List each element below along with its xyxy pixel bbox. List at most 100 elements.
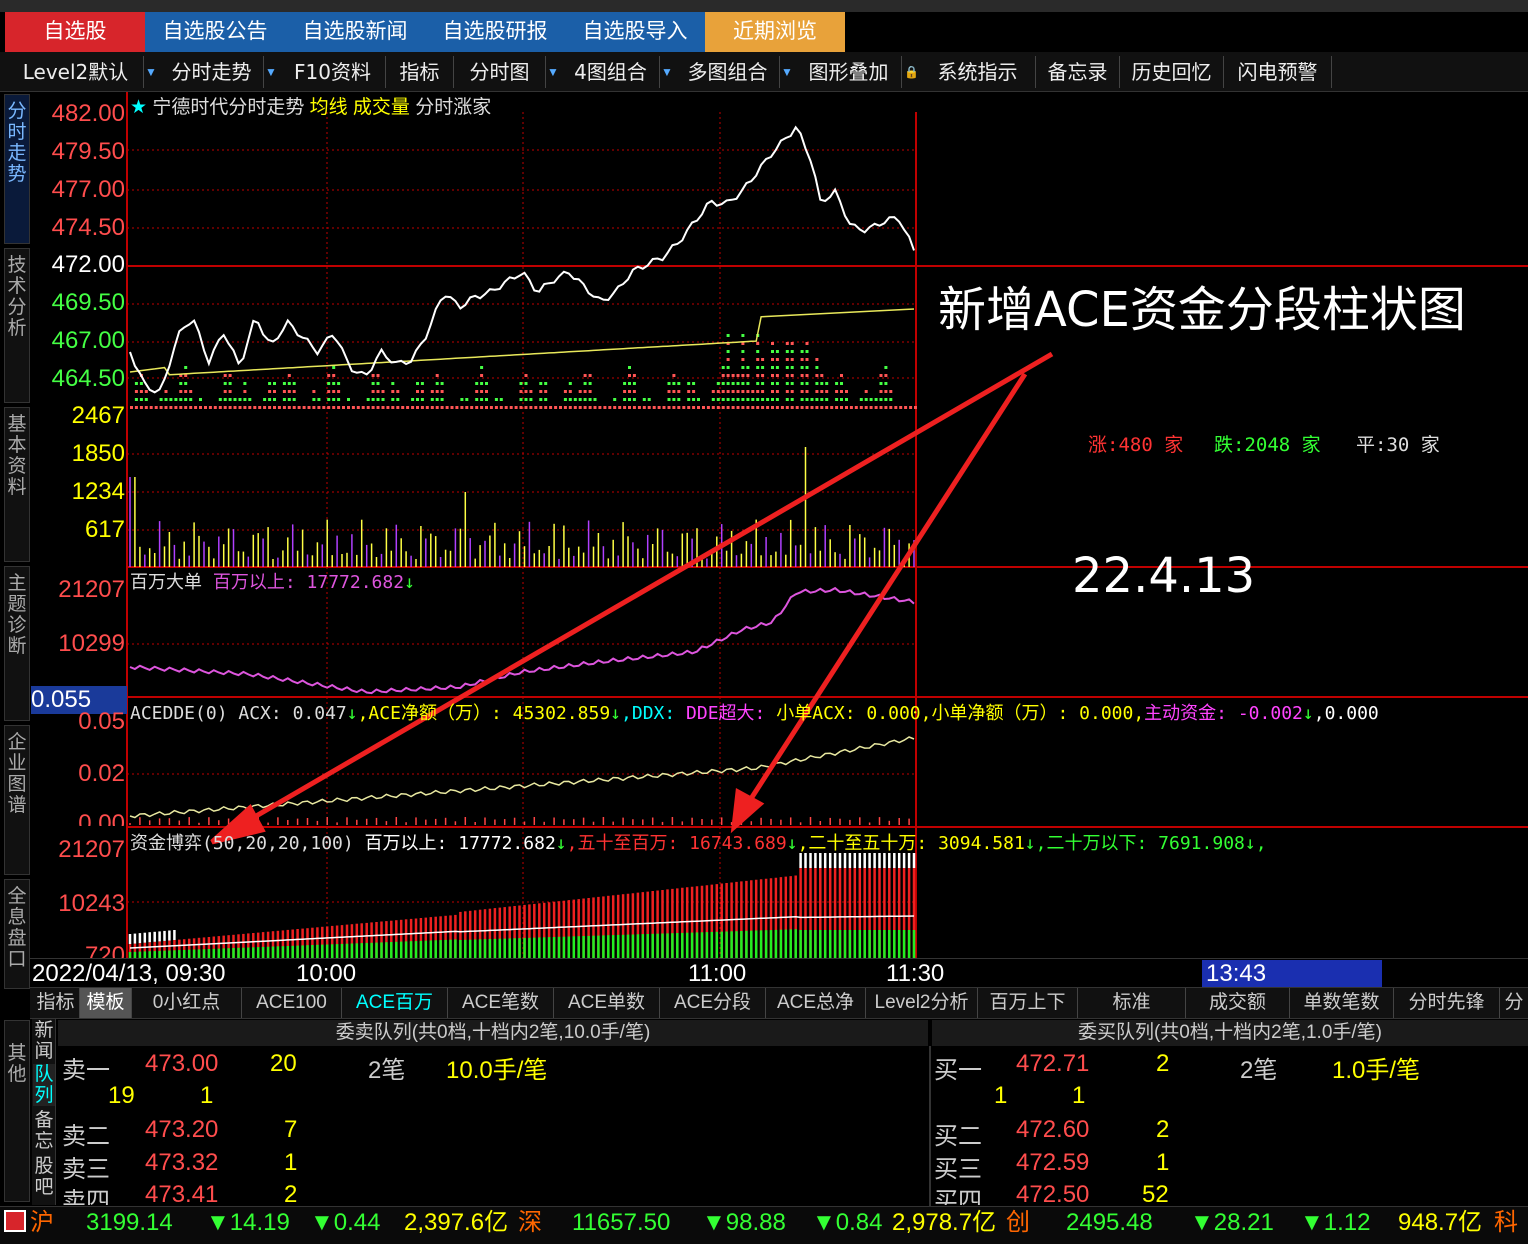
breadth-dot: [761, 382, 765, 385]
toolbar-flash-alert[interactable]: 闪电预警: [1224, 56, 1332, 88]
breadth-dot: [179, 406, 183, 409]
side-tab-other[interactable]: 其他: [4, 1020, 30, 1202]
toolbar-system-indicator[interactable]: 系统指示: [920, 56, 1036, 88]
breadth-dot: [726, 406, 730, 409]
tab-standard[interactable]: 标准: [1078, 988, 1186, 1018]
breadth-dot: [144, 398, 148, 401]
alert-icon[interactable]: [4, 1210, 26, 1232]
chevron-down-icon[interactable]: ▼: [546, 56, 560, 88]
tab-million-updown[interactable]: 百万上下: [978, 988, 1078, 1018]
breadth-dot: [677, 406, 681, 409]
breadth-dot: [771, 350, 774, 353]
tab-indicator[interactable]: 指标: [32, 988, 80, 1018]
toolbar-memo[interactable]: 备忘录: [1036, 56, 1120, 88]
tab-ace-orders[interactable]: ACE单数: [554, 988, 660, 1018]
breadth-dot: [711, 390, 715, 393]
sell-volume: 2: [284, 1181, 298, 1205]
tab-ace-segment[interactable]: ACE分段: [660, 988, 766, 1018]
toolbar-indicator[interactable]: 指标: [386, 56, 454, 88]
toolbar-multi-chart[interactable]: 多图组合: [676, 56, 780, 88]
breadth-dot: [435, 374, 439, 377]
breadth-dot: [381, 390, 385, 393]
breadth-dot: [771, 366, 774, 369]
breadth-dot: [884, 374, 888, 377]
mini-tab-forum[interactable]: 股吧: [33, 1156, 55, 1198]
tab-order-count[interactable]: 单数笔数: [1290, 988, 1394, 1018]
status-cy-name[interactable]: 创: [1006, 1208, 1030, 1238]
breadth-dot: [228, 406, 232, 409]
status-sz-name[interactable]: 深: [518, 1208, 542, 1238]
breadth-dot: [854, 406, 858, 409]
toolbar-overlay[interactable]: 图形叠加: [796, 56, 902, 88]
breadth-dot: [371, 374, 375, 377]
breadth-dot: [489, 406, 493, 409]
tab-watchlist-import[interactable]: 自选股导入: [565, 12, 705, 52]
sell-queue-order: 19: [108, 1082, 135, 1109]
tab-watchlist-notices[interactable]: 自选股公告: [145, 12, 285, 52]
tab-watchlist-news[interactable]: 自选股新闻: [285, 12, 425, 52]
breadth-dot: [578, 398, 582, 401]
tab-ace-million[interactable]: ACE百万: [342, 988, 448, 1018]
breadth-dot: [721, 398, 725, 401]
breadth-dot: [815, 406, 819, 409]
toolbar-f10[interactable]: F10资料: [280, 56, 386, 88]
breadth-dot: [840, 406, 843, 409]
tab-recent-browse[interactable]: 近期浏览: [705, 12, 845, 52]
tab-turnover[interactable]: 成交额: [1186, 988, 1290, 1018]
breadth-dot: [396, 390, 400, 393]
breadth-dot: [588, 382, 592, 385]
breadth-dot: [519, 382, 523, 385]
tab-watchlist-research[interactable]: 自选股研报: [425, 12, 565, 52]
breadth-dot: [169, 406, 173, 409]
tab-small-red-dot[interactable]: 0小红点: [132, 988, 242, 1018]
chart-canvas: [126, 92, 1528, 960]
breadth-dot: [297, 406, 301, 409]
breadth-dot: [588, 390, 592, 393]
breadth-dot: [711, 398, 715, 401]
status-sh-index: 3199.14: [86, 1209, 173, 1236]
star-icon[interactable]: ★: [130, 97, 147, 118]
chevron-down-icon[interactable]: ▼: [144, 56, 158, 88]
mini-tab-queue[interactable]: 队列: [33, 1064, 55, 1106]
tab-ace100[interactable]: ACE100: [242, 988, 342, 1018]
breadth-dot: [889, 406, 893, 409]
chevron-down-icon[interactable]: ▼: [264, 56, 278, 88]
sell-volume: 1: [284, 1149, 298, 1176]
tab-more[interactable]: 分: [1500, 988, 1528, 1018]
breadth-dot: [790, 406, 794, 409]
tab-intraday-pioneer[interactable]: 分时先锋: [1394, 988, 1500, 1018]
lock-icon[interactable]: 🔒: [904, 56, 919, 88]
mini-tab-memo[interactable]: 备忘: [33, 1110, 55, 1152]
chevron-down-icon[interactable]: ▼: [660, 56, 674, 88]
breadth-dot: [790, 398, 794, 401]
toolbar-4-chart[interactable]: 4图组合: [562, 56, 660, 88]
breadth-dot: [761, 406, 765, 409]
toolbar-intraday-chart[interactable]: 分时图: [454, 56, 546, 88]
breadth-dot: [361, 406, 365, 409]
tab-template[interactable]: 模板: [80, 988, 132, 1018]
breadth-dot: [702, 406, 705, 409]
toolbar-level2-default[interactable]: Level2默认: [8, 56, 144, 88]
tab-watchlist[interactable]: 自选股: [5, 12, 145, 52]
toolbar-intraday[interactable]: 分时走势: [160, 56, 264, 88]
breadth-dot: [440, 382, 444, 385]
breadth-dot: [751, 406, 755, 409]
toolbar-history[interactable]: 历史回忆: [1120, 56, 1224, 88]
breadth-dot: [840, 398, 843, 401]
breadth-dot: [840, 382, 843, 385]
status-sh-name[interactable]: 沪: [30, 1208, 54, 1238]
breadth-dot: [337, 390, 341, 393]
breadth-dot: [475, 382, 479, 385]
tab-level2-analysis[interactable]: Level2分析: [866, 988, 978, 1018]
tab-ace-net[interactable]: ACE总净: [766, 988, 866, 1018]
chevron-down-icon[interactable]: ▼: [780, 56, 794, 88]
status-kc-name[interactable]: 科: [1494, 1208, 1518, 1238]
breadth-dot: [741, 382, 745, 385]
breadth-dot: [386, 406, 390, 409]
mini-tab-news[interactable]: 新闻: [33, 1020, 55, 1062]
breadth-dot: [411, 398, 415, 401]
breadth-dot: [785, 350, 789, 353]
breadth-dot: [159, 398, 163, 401]
breadth-dot: [899, 406, 903, 409]
tab-ace-count[interactable]: ACE笔数: [448, 988, 554, 1018]
